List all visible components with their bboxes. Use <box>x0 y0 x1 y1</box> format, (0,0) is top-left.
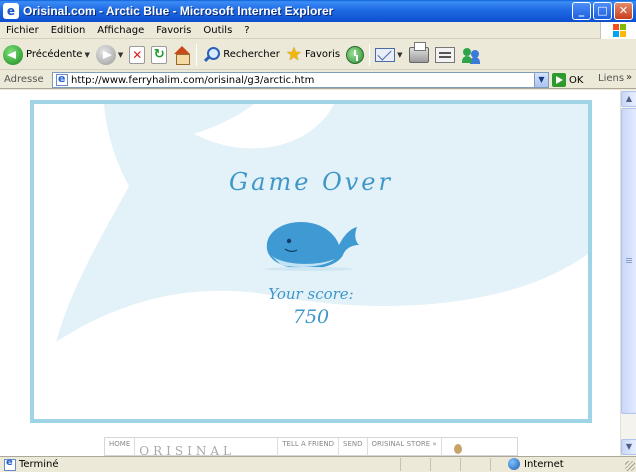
standard-toolbar: Précédente ▼ ▼ ✕ ↻ Rechercher ★ Favoris … <box>0 40 636 70</box>
window-controls: _ □ ✕ <box>572 2 633 20</box>
address-bar: Adresse http://www.ferryhalim.com/orisin… <box>0 71 636 89</box>
forward-dropdown-icon[interactable]: ▼ <box>118 51 123 59</box>
game-area[interactable]: Game Over Your score: 750 <box>30 100 592 423</box>
security-zone: Internet <box>508 458 564 470</box>
menu-fichier[interactable]: Fichier <box>0 25 45 36</box>
home-button[interactable] <box>170 42 194 68</box>
menu-bar: Fichier Edition Affichage Favoris Outils… <box>0 22 636 39</box>
mail-icon <box>375 47 396 62</box>
status-text: Terminé <box>19 459 59 470</box>
resize-grip-icon[interactable] <box>625 461 635 471</box>
history-button[interactable] <box>343 42 367 68</box>
refresh-button[interactable]: ↻ <box>148 42 170 68</box>
banner-home-link[interactable]: HOME <box>105 438 136 456</box>
address-url[interactable]: http://www.ferryhalim.com/orisinal/g3/ar… <box>71 75 314 86</box>
vertical-scrollbar[interactable]: ▲ ▼ <box>620 90 636 456</box>
go-label: OK <box>569 74 584 86</box>
favorites-button[interactable]: ★ Favoris <box>283 42 343 68</box>
forward-button[interactable]: ▼ <box>93 42 126 68</box>
menu-edition[interactable]: Edition <box>45 25 92 36</box>
banner-send-link[interactable]: SEND <box>339 438 368 456</box>
menu-help[interactable]: ? <box>238 25 255 36</box>
window-title: Orisinal.com - Arctic Blue - Microsoft I… <box>23 4 334 18</box>
page-icon <box>56 72 68 86</box>
scroll-thumb[interactable] <box>621 108 636 414</box>
menu-affichage[interactable]: Affichage <box>91 25 150 36</box>
banner-tell-a-friend-link[interactable]: TELL A FRIEND <box>278 438 339 456</box>
printer-icon <box>408 41 429 63</box>
banner-store-link[interactable]: ORISINAL STORE » <box>368 438 442 456</box>
print-button[interactable] <box>406 41 432 68</box>
back-button[interactable]: Précédente ▼ <box>0 42 93 68</box>
banner-decoration-icon <box>453 444 462 454</box>
go-arrow-icon <box>552 73 566 87</box>
refresh-icon: ↻ <box>151 45 168 64</box>
search-button[interactable]: Rechercher <box>199 42 283 68</box>
status-pane-divider <box>400 458 401 471</box>
title-bar: e Orisinal.com - Arctic Blue - Microsoft… <box>0 0 636 22</box>
status-pane-divider <box>430 458 431 471</box>
status-pane-divider <box>460 458 461 471</box>
search-icon <box>202 46 221 64</box>
forward-arrow-icon <box>95 44 116 65</box>
toolbar-separator <box>369 43 371 66</box>
score-label: Your score: <box>268 285 354 303</box>
mail-dropdown-icon[interactable]: ▼ <box>397 51 402 59</box>
home-icon <box>173 45 191 65</box>
address-dropdown-icon[interactable]: ▼ <box>534 73 548 87</box>
status-page-icon <box>4 457 16 471</box>
edit-button[interactable] <box>432 42 458 68</box>
zone-label: Internet <box>524 458 564 470</box>
stop-button[interactable]: ✕ <box>126 42 148 68</box>
search-label: Rechercher <box>223 49 280 60</box>
windows-logo-icon <box>600 22 636 39</box>
scroll-down-button[interactable]: ▼ <box>621 439 636 455</box>
go-button[interactable]: OK <box>552 72 583 88</box>
messenger-icon <box>461 46 481 64</box>
ie-icon: e <box>3 3 19 19</box>
address-input[interactable]: http://www.ferryhalim.com/orisinal/g3/ar… <box>52 72 549 88</box>
maximize-button[interactable]: □ <box>593 2 612 20</box>
game-over-title: Game Over <box>229 168 393 196</box>
back-arrow-icon <box>3 44 23 65</box>
banner-logo: ORISINAL <box>135 438 279 456</box>
links-label[interactable]: Liens <box>598 73 624 84</box>
status-bar: Terminé Internet <box>0 456 636 472</box>
page-content: Game Over Your score: 750 HOME ORISINAL … <box>0 90 620 456</box>
back-label: Précédente <box>26 49 83 60</box>
links-chevron-icon[interactable]: » <box>626 72 632 83</box>
close-button[interactable]: ✕ <box>614 2 633 20</box>
messenger-button[interactable] <box>458 42 484 68</box>
site-banner: HOME ORISINAL TELL A FRIEND SEND ORISINA… <box>104 437 518 456</box>
whale-icon <box>265 222 359 271</box>
history-icon <box>346 45 365 64</box>
star-icon: ★ <box>285 43 303 65</box>
score-value: 750 <box>292 306 330 328</box>
scroll-up-button[interactable]: ▲ <box>621 91 636 107</box>
minimize-button[interactable]: _ <box>572 2 591 20</box>
menu-favoris[interactable]: Favoris <box>150 25 197 36</box>
back-dropdown-icon[interactable]: ▼ <box>84 51 89 59</box>
mail-button[interactable]: ▼ <box>372 42 405 68</box>
toolbar-separator <box>196 43 198 66</box>
address-label: Adresse <box>4 74 44 85</box>
menu-outils[interactable]: Outils <box>197 25 238 36</box>
globe-icon <box>508 458 520 470</box>
edit-icon <box>434 46 455 63</box>
stop-icon: ✕ <box>129 45 146 64</box>
favorites-label: Favoris <box>305 49 341 60</box>
status-pane-divider <box>490 458 491 471</box>
